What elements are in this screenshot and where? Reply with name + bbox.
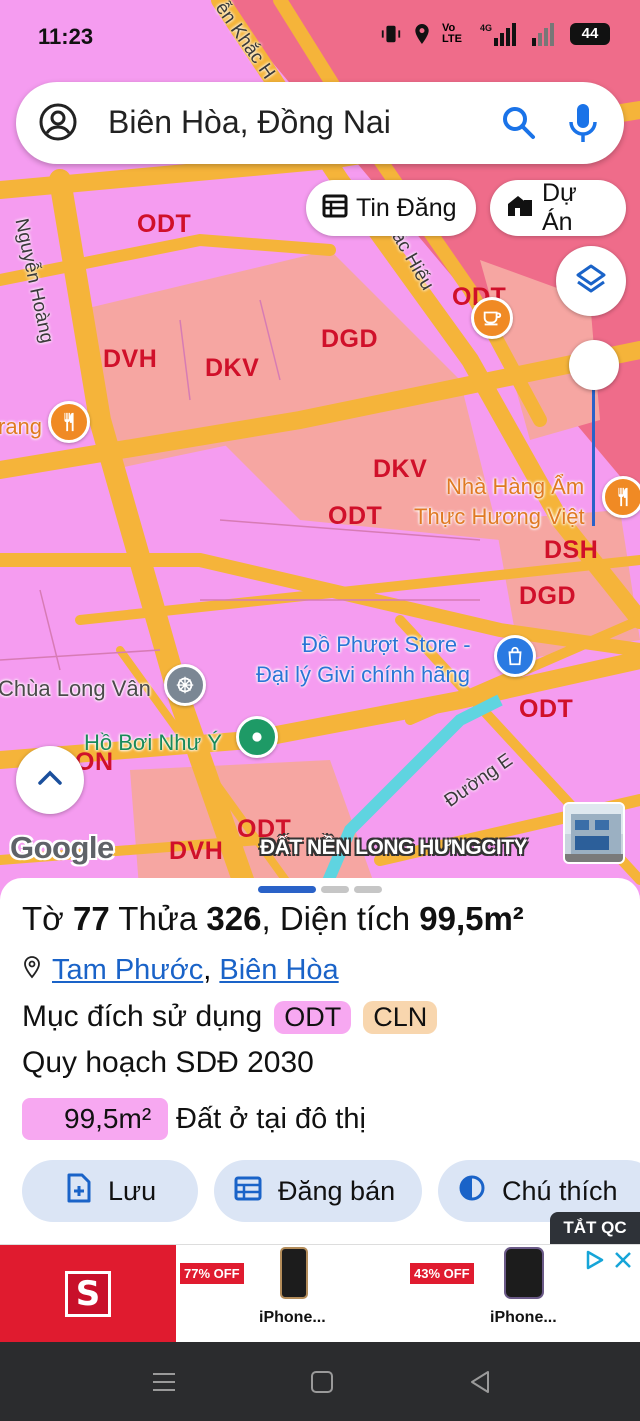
poi-label[interactable]: Đại lý Givi chính hãng — [256, 662, 470, 688]
zone-label: DVH — [169, 837, 224, 865]
layers-icon — [574, 262, 608, 301]
temple-icon[interactable] — [164, 664, 206, 706]
svg-text:4G: 4G — [480, 23, 492, 33]
poi-label[interactable]: Nhà Hàng Ẩm — [446, 474, 584, 500]
search-input[interactable]: Biên Hòa, Đồng Nai — [108, 104, 391, 141]
contrast-icon — [458, 1174, 486, 1209]
search-icon[interactable] — [500, 104, 538, 147]
signal-weak-icon — [530, 22, 560, 46]
opacity-slider-thumb[interactable] — [569, 340, 619, 390]
shopping-bag-icon[interactable] — [494, 635, 536, 677]
zone-label: DKV — [205, 354, 260, 382]
poi-label[interactable]: Đồ Phượt Store - — [302, 632, 471, 658]
poi-label[interactable]: Chùa Long Vân — [0, 676, 151, 702]
calendar-icon — [234, 1175, 262, 1208]
close-icon[interactable] — [612, 1249, 634, 1276]
plan-label: Quy hoạch SDĐ 2030 — [22, 1046, 314, 1079]
building-icon — [506, 192, 534, 225]
city-link[interactable]: Biên Hòa — [219, 954, 338, 986]
post-sale-button[interactable]: Đăng bán — [214, 1160, 422, 1222]
purpose-label: Mục đích sử dụng — [22, 1000, 263, 1033]
menu-icon[interactable] — [152, 1370, 176, 1399]
parcel-title: Tờ 77 Thửa 326, Diện tích 99,5m² — [22, 900, 524, 937]
location-icon — [412, 22, 432, 46]
zone-label: ODT — [519, 695, 574, 723]
mic-icon[interactable] — [566, 102, 600, 149]
land-use-tag: ODT — [274, 1000, 352, 1034]
product-name: iPhone... — [490, 1309, 557, 1326]
cafe-icon[interactable] — [471, 297, 513, 339]
map-view[interactable]: ODT DVH DKV DGD ODT DKV ODT DSH DGD ODT … — [0, 0, 640, 900]
vibrate-icon — [380, 23, 402, 45]
chip-label: Dự Án — [542, 179, 577, 236]
google-logo: Google — [10, 830, 114, 865]
poi-label[interactable]: Hồ Bơi Như Ý — [84, 730, 222, 756]
zone-label: DVH — [103, 345, 158, 373]
ad-banner[interactable]: S 77% OFF iPhone... 43% OFF iPhone... — [0, 1244, 640, 1343]
du-an-chip[interactable]: Dự Án — [490, 179, 626, 236]
zone-label: DGD — [519, 582, 577, 610]
status-bar: 11:23 Vo LTE 4G 44 — [0, 0, 640, 76]
ad-logo[interactable]: S — [0, 1245, 176, 1343]
land-use-purpose: Mục đích sử dụng ODT CLN — [22, 1000, 438, 1034]
phone-image — [280, 1247, 308, 1299]
street-view-thumbnail[interactable] — [563, 802, 625, 864]
layers-button[interactable] — [556, 246, 626, 316]
account-icon[interactable] — [38, 102, 78, 147]
back-icon[interactable] — [468, 1370, 492, 1399]
place-icon[interactable] — [236, 716, 278, 758]
plan-area-swatch: 99,5m² — [22, 1098, 168, 1140]
search-bar[interactable]: Biên Hòa, Đồng Nai — [16, 82, 624, 164]
tin-dang-chip[interactable]: Tin Đăng — [306, 180, 476, 236]
parcel-location: Tam Phước, Biên Hòa — [22, 954, 339, 987]
plan-type: Đất ở tại đô thị — [176, 1102, 366, 1135]
home-icon[interactable] — [310, 1370, 334, 1399]
ward-link[interactable]: Tam Phước — [52, 954, 203, 986]
location-pin-icon — [22, 954, 42, 987]
plan-area-row: 99,5m² Đất ở tại đô thị — [22, 1098, 366, 1140]
poi-label: rang — [0, 414, 43, 439]
restaurant-icon[interactable] — [602, 476, 640, 518]
legend-label: Chú thích — [502, 1175, 618, 1206]
system-nav-bar — [0, 1342, 640, 1421]
save-label: Lưu — [108, 1175, 157, 1206]
ad-choices-icon[interactable] — [584, 1249, 606, 1276]
ad-logo-mark: S — [65, 1271, 111, 1317]
discount-badge: 43% OFF — [410, 1263, 474, 1284]
status-time: 11:23 — [38, 24, 94, 49]
chevron-up-icon — [37, 769, 63, 792]
volte-icon: Vo LTE — [442, 22, 462, 45]
product-name: iPhone... — [259, 1309, 326, 1326]
ad-product[interactable]: 77% OFF iPhone... — [176, 1245, 406, 1343]
zone-label: DKV — [373, 455, 428, 483]
post-sale-label: Đăng bán — [278, 1175, 396, 1206]
battery-icon: 44 — [570, 23, 610, 45]
zone-label: DSH — [544, 536, 599, 564]
poi-label[interactable]: Thực Hương Việt — [414, 504, 585, 530]
zone-label: ODT — [328, 502, 383, 530]
discount-badge: 77% OFF — [180, 1263, 244, 1284]
zone-label: DGD — [321, 325, 379, 353]
add-note-icon — [66, 1173, 92, 1210]
collapse-button[interactable] — [16, 746, 84, 814]
phone-image — [504, 1247, 544, 1299]
restaurant-icon[interactable] — [48, 401, 90, 443]
zone-label: ODT — [137, 210, 192, 238]
land-use-tag: CLN — [363, 1000, 438, 1034]
chip-label: Tin Đăng — [356, 193, 457, 222]
map-banner-text[interactable]: ĐẤT NỀN LONG HƯNGCITY — [260, 836, 528, 860]
calendar-icon — [322, 192, 348, 225]
save-button[interactable]: Lưu — [22, 1160, 198, 1222]
hide-ad-button[interactable]: TẮT QC — [550, 1212, 640, 1244]
signal-icon: 4G — [480, 22, 520, 46]
sheet-handle[interactable] — [258, 886, 382, 893]
opacity-slider-track[interactable] — [592, 366, 595, 526]
